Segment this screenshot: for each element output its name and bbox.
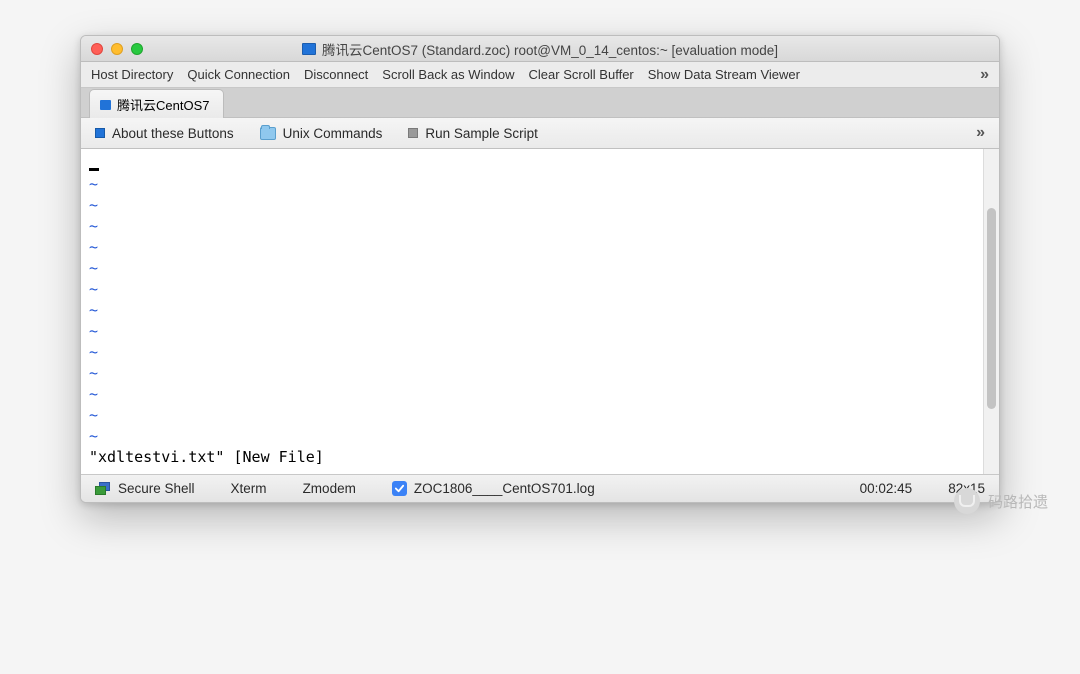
quickbar-unix-commands-button[interactable]: Unix Commands — [260, 126, 383, 141]
menu-host-directory[interactable]: Host Directory — [91, 67, 173, 82]
wechat-icon — [954, 488, 980, 514]
menu-show-data-stream-viewer[interactable]: Show Data Stream Viewer — [648, 67, 800, 82]
scrollbar-track[interactable] — [983, 149, 999, 474]
app-window: 腾讯云CentOS7 (Standard.zoc) root@VM_0_14_c… — [80, 35, 1000, 503]
quickbar-run-sample-button[interactable]: Run Sample Script — [408, 126, 538, 141]
vim-tilde-line: ~ — [89, 217, 98, 235]
vim-tilde-line: ~ — [89, 406, 98, 424]
quickbar-sample-label: Run Sample Script — [425, 126, 538, 141]
text-cursor — [89, 168, 99, 171]
quickbar-about-label: About these Buttons — [112, 126, 234, 141]
vim-tilde-line: ~ — [89, 238, 98, 256]
status-elapsed-time: 00:02:45 — [860, 481, 913, 496]
watermark: 码路拾遗 — [954, 488, 1048, 514]
vim-tilde-line: ~ — [89, 385, 98, 403]
square-grey-icon — [408, 128, 418, 138]
status-term-label: Xterm — [231, 481, 267, 496]
vim-tilde-line: ~ — [89, 427, 98, 445]
vim-tilde-line: ~ — [89, 259, 98, 277]
close-button[interactable] — [91, 43, 103, 55]
shell-protocol-icon — [95, 482, 111, 496]
status-transfer-label: Zmodem — [303, 481, 356, 496]
status-terminal-type[interactable]: Xterm — [231, 481, 267, 496]
minimize-button[interactable] — [111, 43, 123, 55]
quickbar: About these Buttons Unix Commands Run Sa… — [81, 118, 999, 149]
square-blue-icon — [95, 128, 105, 138]
maximize-button[interactable] — [131, 43, 143, 55]
quickbar-unix-label: Unix Commands — [283, 126, 383, 141]
status-logfile[interactable]: ZOC1806____CentOS701.log — [392, 481, 595, 496]
menu-clear-scroll-buffer[interactable]: Clear Scroll Buffer — [529, 67, 634, 82]
watermark-text: 码路拾遗 — [988, 491, 1048, 512]
menu-quick-connection[interactable]: Quick Connection — [187, 67, 290, 82]
status-elapsed-label: 00:02:45 — [860, 481, 913, 496]
tabstrip: 腾讯云CentOS7 — [81, 88, 999, 118]
folder-icon — [260, 127, 276, 140]
quickbar-about-button[interactable]: About these Buttons — [95, 126, 234, 141]
menubar-overflow-icon[interactable]: » — [980, 66, 989, 84]
menu-disconnect[interactable]: Disconnect — [304, 67, 368, 82]
vim-tilde-line: ~ — [89, 301, 98, 319]
statusbar: Secure Shell Xterm Zmodem ZOC1806____Cen… — [81, 474, 999, 502]
terminal-output[interactable]: ~ ~ ~ ~ ~ ~ ~ ~ ~ ~ ~ ~ ~ "xdltestvi.txt… — [81, 149, 983, 474]
tab-label: 腾讯云CentOS7 — [117, 95, 209, 114]
quickbar-overflow-icon[interactable]: » — [976, 124, 985, 142]
terminal-tab-icon — [100, 100, 111, 110]
tab-session-centos7[interactable]: 腾讯云CentOS7 — [89, 89, 224, 118]
checkbox-checked-icon[interactable] — [392, 481, 407, 496]
vim-tilde-line: ~ — [89, 175, 98, 193]
traffic-lights — [91, 43, 143, 55]
vim-status-line: "xdltestvi.txt" [New File] — [89, 448, 324, 466]
terminal-app-icon — [302, 43, 316, 55]
status-logfile-label: ZOC1806____CentOS701.log — [414, 481, 595, 496]
vim-tilde-line: ~ — [89, 322, 98, 340]
status-transfer-protocol[interactable]: Zmodem — [303, 481, 356, 496]
status-protocol-label: Secure Shell — [118, 481, 195, 496]
terminal-area: ~ ~ ~ ~ ~ ~ ~ ~ ~ ~ ~ ~ ~ "xdltestvi.txt… — [81, 149, 999, 474]
status-protocol[interactable]: Secure Shell — [95, 481, 195, 496]
window-title: 腾讯云CentOS7 (Standard.zoc) root@VM_0_14_c… — [322, 39, 778, 59]
titlebar: 腾讯云CentOS7 (Standard.zoc) root@VM_0_14_c… — [81, 36, 999, 62]
vim-tilde-line: ~ — [89, 364, 98, 382]
menubar: Host Directory Quick Connection Disconne… — [81, 62, 999, 88]
vim-tilde-line: ~ — [89, 280, 98, 298]
scrollbar-thumb[interactable] — [987, 208, 996, 410]
menu-scroll-back-as-window[interactable]: Scroll Back as Window — [382, 67, 514, 82]
vim-tilde-line: ~ — [89, 196, 98, 214]
vim-tilde-line: ~ — [89, 343, 98, 361]
